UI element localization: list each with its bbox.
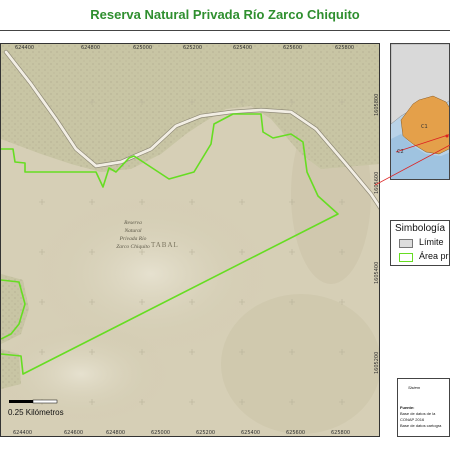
legend-swatch-limite (399, 239, 413, 248)
scale-bar (9, 399, 58, 404)
legend-swatch-area (399, 253, 413, 262)
y-tick-label: 1605400 (374, 261, 380, 284)
x-tick-label: 624400 (15, 45, 35, 51)
map-title: Reserva Natural Privada Río Zarco Chiqui… (90, 7, 360, 22)
x-tick-label: 625600 (286, 430, 306, 436)
x-tick-label: 625800 (335, 45, 355, 51)
x-tick-label: 625800 (331, 430, 351, 436)
scale-label: 0.25 Kilómetros (8, 408, 64, 417)
reserve-label-line: Zarco Chiquito (116, 244, 150, 250)
reserve-label-line: Reserva (123, 220, 142, 226)
legend-label: Límite (419, 237, 444, 247)
x-tick-label: 625000 (133, 45, 153, 51)
hillshade (221, 294, 379, 434)
main-map[interactable]: Reserva Natural Privada Río Zarco Chiqui… (0, 43, 380, 437)
x-tick-label: 625400 (233, 45, 253, 51)
x-tick-label: 624600 (64, 430, 84, 436)
legend-title: Simbología (395, 223, 446, 234)
x-tick-label: 625200 (196, 430, 216, 436)
info-line: CONAP 2016 (400, 417, 425, 422)
info-line: Base de datos de la (400, 411, 436, 416)
legend-label: Área pr (419, 251, 449, 261)
x-tick-label: 624400 (13, 430, 33, 436)
legend: Simbología Límite Área pr (390, 220, 450, 266)
title-divider (0, 30, 450, 31)
y-tick-label: 1605200 (374, 351, 380, 374)
info-box: Sistem Fuente: Base de datos de la CONAP… (397, 378, 450, 437)
reserve-label-line: Natural (123, 228, 142, 234)
map-canvas: Reserva Natural Privada Río Zarco Chiqui… (1, 44, 379, 436)
info-line: Base de datos cartogra (400, 423, 442, 428)
x-tick-label: 624800 (81, 45, 101, 51)
info-line: Sistem (408, 385, 421, 390)
place-label: TABAL (151, 241, 179, 249)
x-tick-label: 625200 (183, 45, 203, 51)
x-tick-label: 625400 (241, 430, 261, 436)
reserve-label-line: Privada Río (119, 236, 147, 242)
info-line: Fuente: (400, 405, 415, 410)
x-tick-label: 624800 (106, 430, 126, 436)
x-tick-label: 625600 (283, 45, 303, 51)
x-tick-label: 625000 (151, 430, 171, 436)
locator-connector (374, 144, 450, 186)
